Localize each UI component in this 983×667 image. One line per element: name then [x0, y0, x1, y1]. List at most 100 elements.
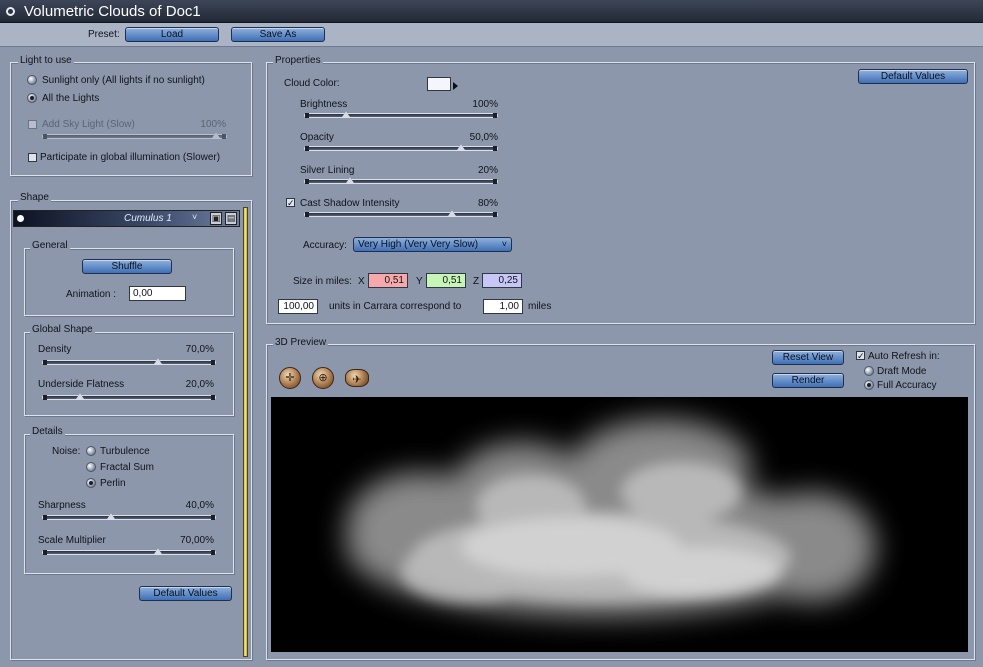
- slider-end-cap: [493, 113, 497, 118]
- slider-end-cap: [211, 360, 215, 365]
- all-lights-radio[interactable]: [27, 93, 37, 103]
- size-z-input[interactable]: 0,25: [482, 273, 522, 288]
- perlin-label: Perlin: [100, 478, 126, 489]
- general-group-label: General: [30, 240, 70, 252]
- move-icon[interactable]: ✛: [279, 367, 301, 389]
- preset-bar: Preset: Load Save As: [0, 23, 983, 47]
- slider-thumb[interactable]: [448, 210, 456, 216]
- open-folder-icon[interactable]: ▤: [225, 212, 237, 225]
- slider-thumb[interactable]: [342, 111, 350, 117]
- global-illumination-label: Participate in global illumination (Slow…: [40, 152, 221, 163]
- shape-dot-icon: [17, 215, 24, 222]
- preview-group-label: 3D Preview: [273, 337, 329, 349]
- window-title: Volumetric Clouds of Doc1: [24, 3, 201, 20]
- reset-view-button[interactable]: Reset View: [772, 350, 844, 365]
- underside-flatness-label: Underside Flatness: [38, 379, 125, 390]
- color-picker-arrow-icon[interactable]: [453, 82, 458, 90]
- size-x-input[interactable]: 0,51: [368, 273, 408, 288]
- brightness-slider[interactable]: [304, 111, 498, 118]
- slider-end-cap: [43, 134, 47, 139]
- save-disk-icon[interactable]: ▣: [210, 212, 222, 225]
- cloud-color-swatch[interactable]: [427, 77, 451, 91]
- shape-group-label: Shape: [18, 192, 51, 204]
- sharpness-label: Sharpness: [38, 500, 86, 511]
- slider-end-cap: [211, 515, 215, 520]
- miles-input[interactable]: 1,00: [483, 299, 523, 314]
- silver-lining-slider[interactable]: [304, 177, 498, 184]
- underside-flatness-value: 20,0%: [185, 379, 214, 390]
- fractal-sum-radio[interactable]: [86, 462, 96, 472]
- noise-label: Noise:: [52, 446, 81, 457]
- slider-end-cap: [43, 360, 47, 365]
- global-shape-group-label: Global Shape: [30, 324, 95, 336]
- sunlight-label: Sunlight only (All lights if no sunlight…: [42, 75, 205, 86]
- cast-shadow-value: 80%: [477, 198, 498, 209]
- shape-scrollbar[interactable]: [243, 207, 248, 657]
- brightness-value: 100%: [472, 99, 498, 110]
- light-group-label: Light to use: [18, 55, 74, 67]
- animation-label: Animation :: [66, 289, 117, 300]
- title-bar: Volumetric Clouds of Doc1: [0, 0, 983, 23]
- slider-end-cap: [222, 134, 226, 139]
- slider-thumb[interactable]: [212, 132, 220, 138]
- preset-label: Preset:: [88, 29, 120, 40]
- draft-mode-label: Draft Mode: [877, 366, 927, 377]
- miles-text: miles: [528, 301, 552, 312]
- sunlight-radio[interactable]: [27, 75, 37, 85]
- fractal-sum-label: Fractal Sum: [100, 462, 154, 473]
- accuracy-dropdown[interactable]: Very High (Very Very Slow) ˅: [353, 237, 512, 252]
- cast-shadow-label: Cast Shadow Intensity: [300, 198, 400, 209]
- cast-shadow-slider[interactable]: [304, 210, 498, 217]
- sky-light-checkbox[interactable]: [28, 120, 37, 129]
- draft-mode-radio[interactable]: [864, 366, 874, 376]
- all-lights-label: All the Lights: [42, 93, 100, 104]
- full-accuracy-radio[interactable]: [864, 380, 874, 390]
- sharpness-value: 40,0%: [185, 500, 214, 511]
- units-input[interactable]: 100,00: [278, 299, 318, 314]
- global-illumination-checkbox[interactable]: [28, 153, 37, 162]
- slider-end-cap: [211, 395, 215, 400]
- chevron-down-icon[interactable]: ˅: [192, 212, 197, 222]
- silver-lining-label: Silver Lining: [300, 165, 355, 176]
- brightness-label: Brightness: [300, 99, 348, 110]
- details-group-label: Details: [30, 426, 65, 438]
- animation-input[interactable]: 0,00: [129, 286, 186, 301]
- chevron-down-icon: ˅: [501, 239, 507, 249]
- density-slider[interactable]: [42, 358, 216, 365]
- auto-refresh-checkbox[interactable]: ✓: [856, 351, 865, 361]
- density-label: Density: [38, 344, 72, 355]
- properties-group-label: Properties: [273, 55, 323, 67]
- window-menu-icon[interactable]: [6, 7, 15, 16]
- rotate-icon[interactable]: ⊕: [312, 367, 334, 389]
- properties-default-values-button[interactable]: Default Values: [858, 69, 968, 84]
- slider-thumb[interactable]: [346, 177, 354, 183]
- slider-thumb[interactable]: [154, 358, 162, 364]
- slider-thumb[interactable]: [76, 393, 84, 399]
- shuffle-button[interactable]: Shuffle: [82, 259, 172, 274]
- silver-lining-value: 20%: [477, 165, 498, 176]
- turbulence-radio[interactable]: [86, 446, 96, 456]
- underside-flatness-slider[interactable]: [42, 393, 216, 400]
- shape-default-values-button[interactable]: Default Values: [139, 586, 232, 601]
- slider-end-cap: [43, 550, 47, 555]
- units-text: units in Carrara correspond to: [329, 301, 462, 312]
- save-as-button[interactable]: Save As: [231, 27, 325, 42]
- size-y-input[interactable]: 0,51: [426, 273, 466, 288]
- slider-thumb[interactable]: [154, 548, 162, 554]
- shape-preset-header[interactable]: Cumulus 1 ˅ ▣ ▤: [13, 210, 240, 227]
- slider-thumb[interactable]: [107, 513, 115, 519]
- fly-icon[interactable]: ✈: [345, 369, 369, 387]
- cloud-preview-viewport[interactable]: [271, 397, 968, 652]
- load-button[interactable]: Load: [125, 27, 219, 42]
- scale-multiplier-slider[interactable]: [42, 548, 216, 555]
- perlin-radio[interactable]: [86, 478, 96, 488]
- sky-light-slider[interactable]: [42, 132, 227, 139]
- slider-end-cap: [305, 179, 309, 184]
- render-button[interactable]: Render: [772, 373, 844, 388]
- slider-thumb[interactable]: [457, 144, 465, 150]
- sky-light-value: 100%: [200, 119, 226, 130]
- accuracy-value: Very High (Very Very Slow): [358, 239, 479, 250]
- cast-shadow-checkbox[interactable]: ✓: [286, 198, 295, 208]
- sharpness-slider[interactable]: [42, 513, 216, 520]
- opacity-slider[interactable]: [304, 144, 498, 151]
